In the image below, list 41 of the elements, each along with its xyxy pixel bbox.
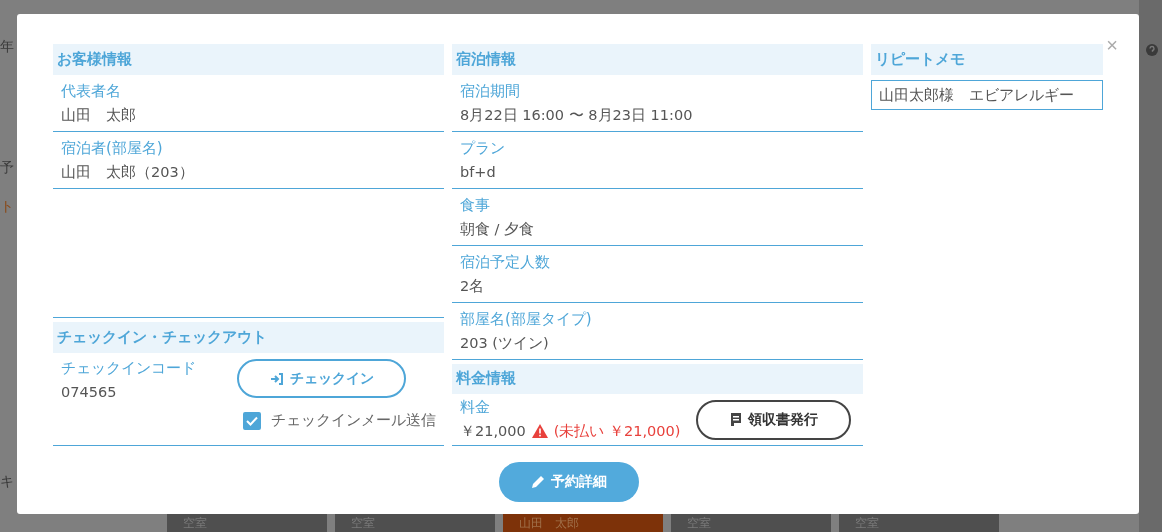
background-label: 年 [0, 38, 14, 56]
reservation-details-button[interactable]: 予約詳細 [499, 462, 639, 502]
field-value: 8月22日 16:00 〜 8月23日 11:00 [460, 106, 693, 125]
field-label: プラン [460, 138, 505, 159]
background-label: ト [0, 198, 14, 216]
section-header: チェックイン・チェックアウト [53, 322, 444, 353]
background-label: キ [0, 473, 14, 491]
close-button[interactable]: × [1106, 35, 1118, 55]
section-header: 宿泊情報 [452, 44, 863, 75]
checkbox[interactable] [243, 411, 261, 430]
help-icon[interactable] [1145, 43, 1159, 57]
room-cell[interactable]: 山田 太郎 [503, 514, 663, 532]
checkin-button[interactable]: チェックイン [237, 359, 406, 398]
field-value: 朝食 / 夕食 [460, 220, 535, 239]
field-value: 2名 [460, 277, 485, 296]
pencil-icon [531, 475, 545, 489]
field-label: 食事 [460, 195, 490, 216]
sign-in-icon [269, 371, 284, 386]
field-value: 山田 太郎（203） [61, 163, 194, 182]
receipt-button[interactable]: 領収書発行 [696, 400, 851, 441]
field-label: 宿泊予定人数 [460, 252, 550, 273]
fee-amount: ￥21,000 [460, 422, 526, 442]
field-label: 宿泊者(部屋名) [61, 138, 163, 159]
field-value: bf+d [460, 163, 496, 182]
section-header: お客様情報 [53, 44, 444, 75]
document-icon [729, 413, 742, 428]
section-header: リピートメモ [871, 44, 1103, 75]
field-value: 074565 [61, 383, 117, 402]
field-label: 宿泊期間 [460, 81, 520, 102]
field-value: 203 (ツイン) [460, 334, 549, 353]
checkbox-label: チェックインメール送信 [271, 411, 436, 430]
memo-field[interactable]: 山田太郎様 エビアレルギー [871, 80, 1103, 110]
field-label: チェックインコード [61, 358, 196, 379]
unpaid-amount: (未払い ￥21,000) [553, 422, 681, 442]
field-value: 山田 太郎 [61, 106, 136, 125]
field-label: 代表者名 [61, 81, 121, 102]
background-label: 予 [0, 159, 14, 177]
section-header: 料金情報 [452, 364, 863, 394]
field-label: 料金 [460, 397, 490, 419]
warning-icon [531, 424, 548, 439]
field-label: 部屋名(部屋タイプ) [460, 309, 592, 330]
